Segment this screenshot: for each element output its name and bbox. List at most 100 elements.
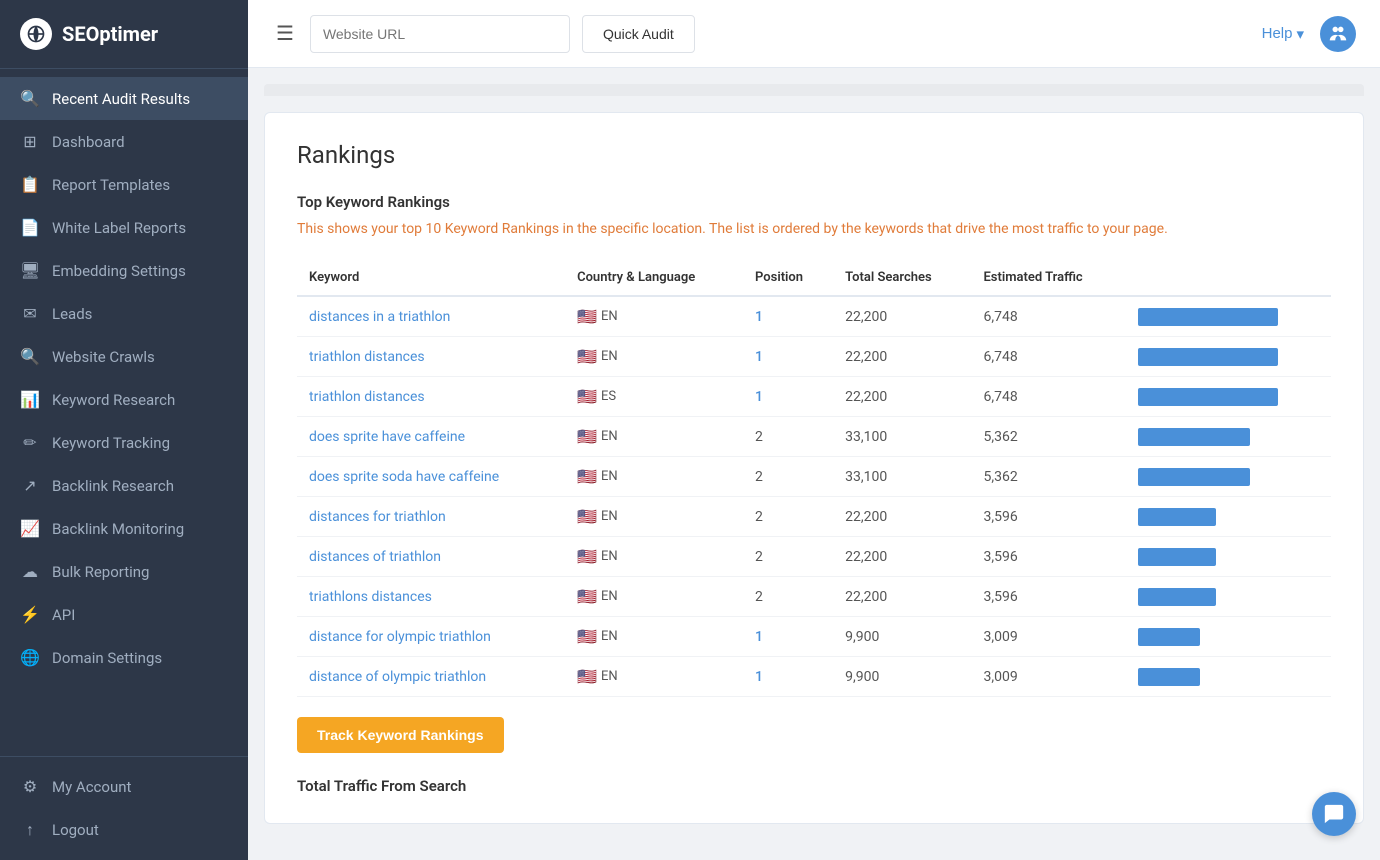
sidebar-item-label: Recent Audit Results — [52, 90, 190, 108]
position-link[interactable]: 1 — [755, 309, 763, 325]
bar-cell — [1126, 377, 1331, 417]
position-cell: 2 — [743, 537, 833, 577]
searches-cell: 22,200 — [833, 497, 971, 537]
sidebar-item-label: Bulk Reporting — [52, 563, 149, 581]
language-label: EN — [601, 549, 618, 564]
table-row: triathlon distances 🇺🇸 EN 1 22,200 6,748 — [297, 337, 1331, 377]
position-link[interactable]: 1 — [755, 349, 763, 365]
searches-cell: 9,900 — [833, 617, 971, 657]
searches-cell: 22,200 — [833, 337, 971, 377]
position-link[interactable]: 1 — [755, 389, 763, 405]
sidebar-item-logout[interactable]: ↑ Logout — [0, 808, 248, 852]
searches-cell: 33,100 — [833, 417, 971, 457]
sidebar-item-domain-settings[interactable]: 🌐 Domain Settings — [0, 636, 248, 679]
traffic-bar — [1138, 468, 1250, 486]
header: ☰ Quick Audit Help ▾ — [248, 0, 1380, 68]
position-cell: 2 — [743, 577, 833, 617]
sidebar-item-embedding[interactable]: 🖥 Embedding Settings — [0, 249, 248, 292]
sidebar-item-recent-audit[interactable]: 🔍 Recent Audit Results — [0, 77, 248, 120]
keyword-link[interactable]: triathlon distances — [309, 349, 425, 365]
chat-bubble[interactable] — [1312, 792, 1356, 836]
sidebar-item-leads[interactable]: ✉ Leads — [0, 292, 248, 335]
sidebar-item-backlink-monitoring[interactable]: 📈 Backlink Monitoring — [0, 507, 248, 550]
keyword-link[interactable]: triathlon distances — [309, 389, 425, 405]
sidebar-item-dashboard[interactable]: ⊞ Dashboard — [0, 120, 248, 163]
traffic-bar — [1138, 668, 1200, 686]
leads-icon: ✉ — [20, 304, 40, 323]
sidebar-item-label: Logout — [52, 821, 99, 839]
bar-cell — [1126, 577, 1331, 617]
keyword-link[interactable]: does sprite have caffeine — [309, 429, 465, 445]
bar-container — [1138, 548, 1319, 566]
sidebar-item-backlink-research[interactable]: ↗ Backlink Research — [0, 464, 248, 507]
traffic-cell: 3,009 — [971, 617, 1125, 657]
sidebar-item-label: API — [52, 606, 75, 624]
quick-audit-button[interactable]: Quick Audit — [582, 15, 695, 53]
rankings-title: Rankings — [297, 141, 1331, 169]
table-row: triathlon distances 🇺🇸 ES 1 22,200 6,748 — [297, 377, 1331, 417]
sidebar-item-api[interactable]: ⚡ API — [0, 593, 248, 636]
url-input[interactable] — [310, 15, 570, 53]
position-link[interactable]: 1 — [755, 669, 763, 685]
table-row: distances for triathlon 🇺🇸 EN 2 22,200 3… — [297, 497, 1331, 537]
position-link[interactable]: 1 — [755, 629, 763, 645]
sidebar-item-label: My Account — [52, 778, 131, 796]
sidebar-item-website-crawls[interactable]: 🔍 Website Crawls — [0, 335, 248, 378]
table-row: does sprite have caffeine 🇺🇸 EN 2 33,100… — [297, 417, 1331, 457]
col-keyword: Keyword — [297, 260, 565, 296]
report-icon: 📋 — [20, 175, 40, 194]
flag-icon: 🇺🇸 — [577, 427, 597, 446]
language-label: EN — [601, 469, 618, 484]
sidebar-item-report-templates[interactable]: 📋 Report Templates — [0, 163, 248, 206]
sidebar-item-label: Domain Settings — [52, 649, 162, 667]
col-bar — [1126, 260, 1331, 296]
sidebar-item-my-account[interactable]: ⚙ My Account — [0, 765, 248, 808]
keyword-link[interactable]: distance for olympic triathlon — [309, 629, 491, 645]
keyword-link[interactable]: distances in a triathlon — [309, 309, 450, 325]
logo-text: SEOptimer — [62, 22, 158, 46]
position-cell: 1 — [743, 657, 833, 697]
keyword-link[interactable]: distance of olympic triathlon — [309, 669, 486, 685]
flag-icon: 🇺🇸 — [577, 387, 597, 406]
sidebar-nav: 🔍 Recent Audit Results ⊞ Dashboard 📋 Rep… — [0, 69, 248, 756]
col-searches: Total Searches — [833, 260, 971, 296]
position-cell: 1 — [743, 617, 833, 657]
keyword-link[interactable]: distances of triathlon — [309, 549, 441, 565]
sidebar-item-keyword-research[interactable]: 📊 Keyword Research — [0, 378, 248, 421]
hamburger-button[interactable]: ☰ — [272, 17, 298, 50]
sidebar-item-keyword-tracking[interactable]: ✏ Keyword Tracking — [0, 421, 248, 464]
keyword-link[interactable]: does sprite soda have caffeine — [309, 469, 499, 485]
traffic-cell: 6,748 — [971, 337, 1125, 377]
dashboard-icon: ⊞ — [20, 132, 40, 151]
section-desc: This shows your top 10 Keyword Rankings … — [297, 219, 1331, 240]
bar-cell — [1126, 417, 1331, 457]
track-keyword-button[interactable]: Track Keyword Rankings — [297, 717, 504, 753]
traffic-cell: 6,748 — [971, 296, 1125, 337]
logo-icon — [20, 18, 52, 50]
user-avatar[interactable] — [1320, 16, 1356, 52]
keyword-link[interactable]: distances for triathlon — [309, 509, 446, 525]
keyword-cell: triathlon distances — [297, 377, 565, 417]
traffic-bar — [1138, 588, 1216, 606]
sidebar-item-label: Dashboard — [52, 133, 125, 151]
sidebar-item-bulk-reporting[interactable]: ☁ Bulk Reporting — [0, 550, 248, 593]
sidebar-item-label: Website Crawls — [52, 348, 155, 366]
traffic-cell: 6,748 — [971, 377, 1125, 417]
country-cell: 🇺🇸 ES — [565, 377, 743, 417]
traffic-cell: 3,596 — [971, 577, 1125, 617]
main-content: ☰ Quick Audit Help ▾ Rankings Top Keywor… — [248, 0, 1380, 860]
language-label: EN — [601, 669, 618, 684]
language-label: EN — [601, 349, 618, 364]
searches-cell: 22,200 — [833, 377, 971, 417]
help-label: Help — [1262, 25, 1293, 42]
domain-icon: 🌐 — [20, 648, 40, 667]
bar-container — [1138, 588, 1319, 606]
country-cell: 🇺🇸 EN — [565, 457, 743, 497]
bar-cell — [1126, 657, 1331, 697]
bar-cell — [1126, 617, 1331, 657]
keyword-link[interactable]: triathlons distances — [309, 589, 432, 605]
sidebar-item-white-label[interactable]: 📄 White Label Reports — [0, 206, 248, 249]
help-button[interactable]: Help ▾ — [1262, 25, 1304, 43]
country-cell: 🇺🇸 EN — [565, 537, 743, 577]
flag-icon: 🇺🇸 — [577, 587, 597, 606]
